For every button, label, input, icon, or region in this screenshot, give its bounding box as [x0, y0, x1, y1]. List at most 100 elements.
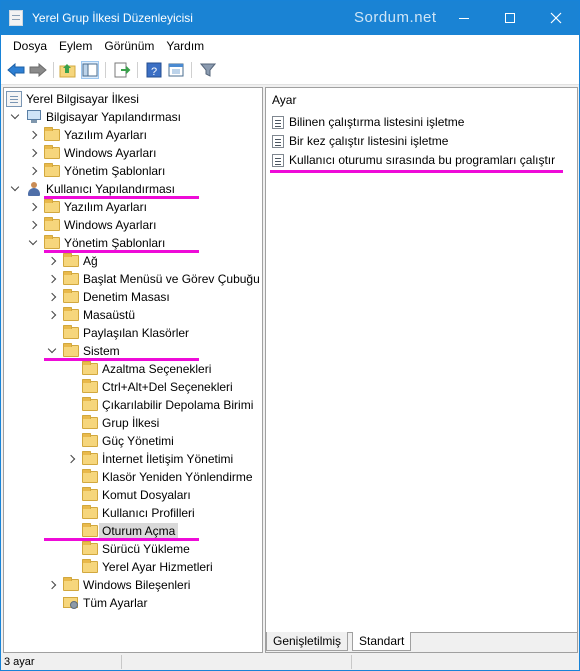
- chevron-right-icon[interactable]: [28, 148, 38, 158]
- tree-item-local-computer-policy[interactable]: Yerel Bilgisayar İlkesi: [6, 90, 139, 108]
- folder-icon: [63, 271, 79, 285]
- folder-icon: [82, 415, 98, 429]
- tree-item-cc-administrative-templates[interactable]: Yönetim Şablonları: [28, 162, 165, 180]
- tree-item-group-policy[interactable]: Grup İlkesi: [66, 414, 159, 432]
- tree-item-shared-folders[interactable]: Paylaşılan Klasörler: [47, 324, 189, 342]
- folder-icon: [63, 289, 79, 303]
- no-chevron-spacer: [66, 436, 76, 446]
- chevron-down-icon[interactable]: [10, 112, 20, 122]
- folder-icon: [82, 451, 98, 465]
- up-level-button[interactable]: [59, 61, 77, 79]
- highlight-underline: [270, 170, 563, 173]
- chevron-right-icon[interactable]: [47, 292, 57, 302]
- tree-item-ctrl-alt-del[interactable]: Ctrl+Alt+Del Seçenekleri: [66, 378, 233, 396]
- back-button[interactable]: [7, 61, 25, 79]
- tree-item-computer-configuration[interactable]: Bilgisayar Yapılandırması: [10, 108, 181, 126]
- folder-icon: [82, 361, 98, 375]
- settings-pane[interactable]: Ayar Bilinen çalıştırma listesini işletm…: [265, 87, 578, 653]
- tree-item-label: Yerel Bilgisayar İlkesi: [26, 92, 139, 106]
- tree-item-windows-components[interactable]: Windows Bileşenleri: [47, 576, 190, 594]
- settings-column-header[interactable]: Ayar: [272, 93, 296, 107]
- tree-item-desktop[interactable]: Masaüstü: [47, 306, 135, 324]
- no-chevron-spacer: [66, 472, 76, 482]
- tree-item-driver-installation[interactable]: Sürücü Yükleme: [66, 540, 190, 558]
- forward-button[interactable]: [29, 61, 47, 79]
- computer-icon: [26, 110, 42, 124]
- tree-pane[interactable]: Yerel Bilgisayar İlkesi Bilgisayar Yapıl…: [3, 87, 263, 653]
- tree-item-uc-windows-settings[interactable]: Windows Ayarları: [28, 216, 156, 234]
- properties-icon: [168, 63, 184, 77]
- policy-editor-icon: [9, 10, 23, 26]
- tree-item-label: Azaltma Seçenekleri: [102, 362, 212, 376]
- maximize-icon: [505, 13, 515, 23]
- no-chevron-spacer: [47, 598, 57, 608]
- tree-item-label: Yerel Ayar Hizmetleri: [102, 560, 213, 574]
- chevron-right-icon[interactable]: [66, 454, 76, 464]
- no-chevron-spacer: [66, 400, 76, 410]
- close-icon: [550, 12, 562, 24]
- setting-item[interactable]: Kullanıcı oturumu sırasında bu programla…: [272, 151, 555, 169]
- tree-item-network[interactable]: Ağ: [47, 252, 98, 270]
- setting-item[interactable]: Bir kez çalıştır listesini işletme: [272, 132, 448, 150]
- help-button[interactable]: ?: [145, 61, 163, 79]
- chevron-right-icon[interactable]: [47, 274, 57, 284]
- export-list-button[interactable]: [113, 61, 131, 79]
- tree-item-internet-communication[interactable]: İnternet İletişim Yönetimi: [66, 450, 233, 468]
- tree-item-label: Sistem: [83, 344, 120, 358]
- tree-item-label: Tüm Ayarlar: [83, 596, 148, 610]
- no-chevron-spacer: [66, 490, 76, 500]
- show-hide-tree-button[interactable]: [81, 61, 99, 79]
- folder-icon: [44, 127, 60, 141]
- tree-item-locale-services[interactable]: Yerel Ayar Hizmetleri: [66, 558, 213, 576]
- menu-view[interactable]: Görünüm: [98, 39, 160, 53]
- tree-item-cc-software-settings[interactable]: Yazılım Ayarları: [28, 126, 147, 144]
- setting-label: Bilinen çalıştırma listesini işletme: [289, 115, 465, 129]
- setting-label: Kullanıcı oturumu sırasında bu programla…: [289, 153, 556, 167]
- tree-item-cc-windows-settings[interactable]: Windows Ayarları: [28, 144, 156, 162]
- tree-item-power-management[interactable]: Güç Yönetimi: [66, 432, 174, 450]
- folder-icon: [63, 325, 79, 339]
- no-chevron-spacer: [66, 364, 76, 374]
- tree-item-control-panel[interactable]: Denetim Masası: [47, 288, 170, 306]
- chevron-right-icon[interactable]: [47, 580, 57, 590]
- menu-action[interactable]: Eylem: [53, 39, 98, 53]
- tree-item-label: Ctrl+Alt+Del Seçenekleri: [102, 380, 233, 394]
- tree-item-label: Denetim Masası: [83, 290, 170, 304]
- minimize-button[interactable]: [441, 1, 487, 35]
- tree-item-start-menu[interactable]: Başlat Menüsü ve Görev Çubuğu: [47, 270, 260, 288]
- folder-icon: [63, 577, 79, 591]
- maximize-button[interactable]: [487, 1, 533, 35]
- tree-item-user-profiles[interactable]: Kullanıcı Profilleri: [66, 504, 195, 522]
- chevron-down-icon[interactable]: [47, 346, 57, 356]
- tree-item-uc-software-settings[interactable]: Yazılım Ayarları: [28, 198, 147, 216]
- chevron-right-icon[interactable]: [47, 256, 57, 266]
- close-button[interactable]: [533, 1, 579, 35]
- no-chevron-spacer: [66, 382, 76, 392]
- no-chevron-spacer: [66, 418, 76, 428]
- setting-item[interactable]: Bilinen çalıştırma listesini işletme: [272, 113, 464, 131]
- chevron-down-icon[interactable]: [10, 184, 20, 194]
- watermark-text: Sordum.net: [354, 9, 437, 26]
- tree-item-all-settings[interactable]: Tüm Ayarlar: [47, 594, 147, 612]
- chevron-right-icon[interactable]: [28, 202, 38, 212]
- menu-file[interactable]: Dosya: [7, 39, 53, 53]
- tab-standard[interactable]: Standart: [352, 632, 412, 651]
- chevron-right-icon[interactable]: [28, 130, 38, 140]
- tree-item-removable-storage[interactable]: Çıkarılabilir Depolama Birimi: [66, 396, 253, 414]
- folder-icon: [82, 559, 98, 573]
- menu-help[interactable]: Yardım: [160, 39, 210, 53]
- chevron-down-icon[interactable]: [28, 238, 38, 248]
- tree-item-label: Masaüstü: [83, 308, 136, 322]
- chevron-right-icon[interactable]: [47, 310, 57, 320]
- filter-button[interactable]: [199, 61, 217, 79]
- tab-extended[interactable]: Genişletilmiş: [266, 632, 349, 651]
- chevron-right-icon[interactable]: [28, 220, 38, 230]
- properties-button[interactable]: [167, 61, 185, 79]
- tree-item-folder-redirection[interactable]: Klasör Yeniden Yönlendirme: [66, 468, 253, 486]
- folder-icon: [44, 199, 60, 213]
- tree-item-mitigation-options[interactable]: Azaltma Seçenekleri: [66, 360, 211, 378]
- tree-item-label: Grup İlkesi: [102, 416, 160, 430]
- tree-item-scripts[interactable]: Komut Dosyaları: [66, 486, 191, 504]
- chevron-right-icon[interactable]: [28, 166, 38, 176]
- filter-icon: [200, 63, 216, 77]
